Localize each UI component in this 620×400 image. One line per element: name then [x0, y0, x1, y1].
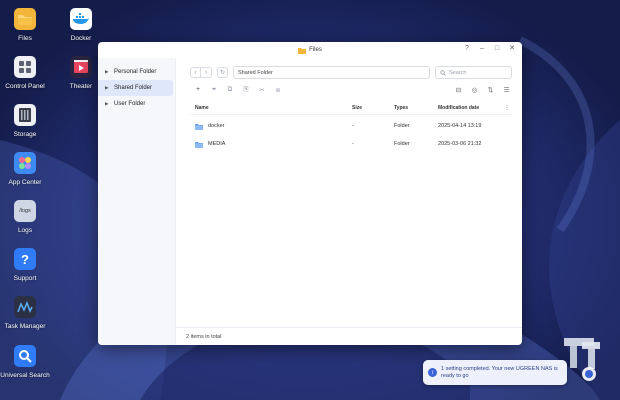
desktop-icon-storage[interactable]: Storage	[0, 104, 55, 138]
chevron-right-icon: ▶	[105, 85, 109, 90]
desktop-icon-label: Universal Search	[0, 372, 50, 379]
logs-icon: /logs	[14, 200, 36, 222]
minimize-button[interactable]: –	[478, 45, 486, 53]
preview-icon[interactable]: ◎	[469, 84, 480, 95]
status-bar: 2 items in total	[176, 327, 522, 345]
files-window: Files ? – □ ✕ ▶ Personal Folder ▶ Shared…	[98, 42, 522, 345]
column-header-name[interactable]: Name	[190, 105, 352, 111]
control-panel-icon	[14, 56, 36, 78]
column-header-modified[interactable]: Modification date	[438, 105, 502, 111]
desktop-icon-logs[interactable]: /logs Logs	[0, 200, 55, 234]
desktop-icon-app-center[interactable]: App Center	[0, 152, 55, 186]
column-options-button[interactable]: ⋮	[502, 105, 512, 111]
universal-search-icon	[14, 345, 36, 367]
path-field[interactable]: Shared Folder	[233, 66, 430, 79]
list-view-icon[interactable]: ☰	[501, 84, 512, 95]
desktop-icon-control-panel[interactable]: Control Panel	[0, 56, 55, 90]
file-type: Folder	[394, 141, 410, 147]
search-icon	[440, 69, 446, 76]
desktop-icon-label: Docker	[70, 35, 92, 42]
sidebar-item-label: User Folder	[114, 101, 146, 107]
app-center-icon	[14, 152, 36, 174]
file-name: MEDIA	[208, 141, 226, 147]
select-mode-icon[interactable]: ⊟	[453, 84, 464, 95]
search-input[interactable]: Search	[435, 66, 512, 79]
view-tools: ⊟ ◎ ⇅ ☰	[453, 84, 512, 95]
task-manager-icon	[14, 296, 36, 318]
sidebar-item-label: Personal Folder	[114, 69, 157, 75]
new-button[interactable]: +	[190, 84, 206, 95]
maximize-button[interactable]: □	[493, 45, 501, 53]
desktop-icon-support[interactable]: ? Support	[0, 248, 55, 282]
file-type: Folder	[394, 123, 410, 129]
desktop-icon-files[interactable]: Files	[0, 8, 55, 42]
table-header: Name Size Types Modification date ⋮	[190, 102, 512, 115]
folder-icon	[195, 141, 203, 148]
chevron-right-icon: ▶	[105, 69, 109, 74]
file-name-cell: docker	[190, 123, 352, 130]
duplicate-icon[interactable]: ⎘	[238, 84, 254, 95]
file-modified: 2025-03-06 21:32	[438, 141, 482, 147]
column-header-size[interactable]: Size	[352, 105, 394, 111]
files-icon	[298, 47, 307, 54]
cut-icon[interactable]: ✂	[254, 84, 270, 95]
file-name-cell: MEDIA	[190, 141, 352, 148]
help-button[interactable]: ?	[463, 45, 471, 53]
refresh-button[interactable]: ↻	[217, 67, 228, 78]
desktop-icon-label: Task Manager	[4, 323, 46, 330]
sidebar-item-shared-folder[interactable]: ▶ Shared Folder	[98, 80, 173, 96]
logs-tile-text: /logs	[19, 208, 31, 214]
toolbar: + ⏷ ⧉ ⎘ ✂ ⊚ ⊟ ◎ ⇅ ☰	[190, 84, 512, 95]
forward-button[interactable]: ›	[201, 67, 212, 78]
share-icon[interactable]: ⊚	[270, 84, 286, 95]
window-titlebar[interactable]: Files ? – □ ✕	[98, 42, 522, 58]
desktop-icon-label: Support	[13, 275, 37, 282]
table-row[interactable]: MEDIA - Folder 2025-03-06 21:32	[190, 135, 512, 153]
window-title-text: Files	[309, 47, 322, 53]
sidebar-item-personal-folder[interactable]: ▶ Personal Folder	[98, 64, 173, 80]
file-size: -	[352, 123, 354, 129]
desktop-icon-label: Logs	[17, 227, 33, 234]
file-name: docker	[208, 123, 225, 129]
back-button[interactable]: ‹	[190, 67, 201, 78]
desktop-icon-label: Theater	[69, 83, 93, 90]
storage-icon	[14, 104, 36, 126]
desktop-icon-universal-search[interactable]: Universal Search	[0, 345, 55, 379]
desktop-icon-label: App Center	[8, 179, 42, 186]
sidebar-item-label: Shared Folder	[114, 85, 153, 91]
desktop-icon-label: Files	[18, 35, 32, 42]
table-row[interactable]: docker - Folder 2025-04-14 13:19	[190, 117, 512, 135]
theater-icon	[70, 56, 92, 78]
file-size: -	[352, 141, 354, 147]
copy-icon[interactable]: ⧉	[222, 84, 238, 95]
info-icon: i	[428, 368, 437, 377]
file-browser: ‹ › ↻ Shared Folder Search + ⏷ ⧉ ⎘ ✂ ⊚ ⊟…	[176, 58, 522, 345]
file-modified: 2025-04-14 13:19	[438, 123, 482, 129]
search-placeholder: Search	[449, 69, 467, 76]
desktop-icon-task-manager[interactable]: Task Manager	[0, 296, 55, 330]
support-icon: ?	[14, 248, 36, 270]
notification-toast[interactable]: i 1 setting completed. Your new UGREEN N…	[423, 360, 567, 385]
item-count: 2 items in total	[186, 333, 222, 340]
notification-message: 1 setting completed. Your new UGREEN NAS…	[441, 365, 558, 379]
desktop-icon-docker[interactable]: Docker	[51, 8, 111, 42]
navigation-bar: ‹ › ↻ Shared Folder Search	[190, 66, 512, 79]
folder-icon	[195, 123, 203, 130]
desktop-icon-label: Storage	[13, 131, 37, 138]
window-title: Files	[298, 47, 322, 54]
column-header-type[interactable]: Types	[394, 105, 438, 111]
sidebar-item-user-folder[interactable]: ▶ User Folder	[98, 96, 173, 112]
window-controls: ? – □ ✕	[463, 45, 516, 53]
sort-icon[interactable]: ⇅	[485, 84, 496, 95]
desktop-icon-label: Control Panel	[5, 83, 45, 90]
chevron-right-icon: ▶	[105, 101, 109, 106]
filter-icon[interactable]: ⏷	[206, 84, 222, 95]
files-icon	[14, 8, 36, 30]
docker-icon	[70, 8, 92, 30]
publisher-logo	[564, 338, 600, 381]
close-button[interactable]: ✕	[508, 45, 516, 53]
sidebar: ▶ Personal Folder ▶ Shared Folder ▶ User…	[98, 58, 176, 345]
